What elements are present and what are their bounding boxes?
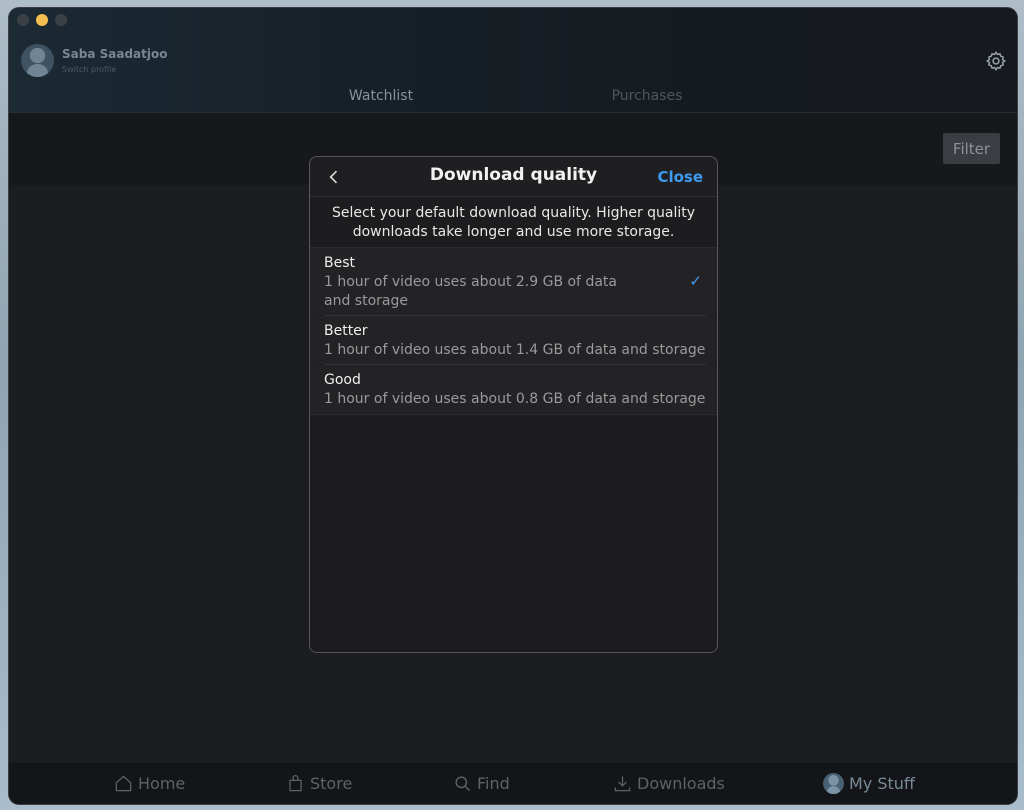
zoom-window-button[interactable] (55, 14, 67, 26)
quality-option-good[interactable]: Good 1 hour of video uses about 0.8 GB o… (310, 365, 717, 413)
home-icon (115, 775, 132, 792)
nav-my-stuff-label: My Stuff (849, 774, 915, 793)
store-icon (289, 774, 302, 792)
nav-home-label: Home (138, 774, 186, 793)
quality-option-better[interactable]: Better 1 hour of video uses about 1.4 GB… (310, 316, 717, 364)
nav-my-stuff[interactable]: My Stuff (823, 763, 915, 804)
app-window: Saba Saadatjoo Switch profile Watchlist … (9, 8, 1017, 804)
tab-purchases[interactable]: Purchases (514, 86, 780, 113)
option-description: 1 hour of video uses about 1.4 GB of dat… (324, 342, 706, 358)
download-icon (614, 776, 631, 792)
option-label: Better (324, 323, 368, 339)
option-label: Best (324, 255, 356, 271)
switch-profile-label: Switch profile (62, 65, 117, 74)
avatar (21, 44, 54, 77)
search-icon (455, 776, 471, 792)
profile-switcher[interactable]: Saba Saadatjoo Switch profile (21, 44, 167, 77)
nav-find[interactable]: Find (453, 763, 510, 804)
nav-home[interactable]: Home (114, 763, 185, 804)
header: Saba Saadatjoo Switch profile Watchlist … (9, 8, 1017, 113)
close-window-button[interactable] (17, 14, 29, 26)
checkmark-icon: ✓ (689, 272, 702, 290)
option-description: 1 hour of video uses about 2.9 GB of dat… (324, 274, 617, 309)
nav-store-label: Store (310, 774, 353, 793)
nav-store[interactable]: Store (286, 763, 352, 804)
quality-option-best[interactable]: Best 1 hour of video uses about 2.9 GB o… (310, 248, 717, 315)
option-label: Good (324, 372, 361, 388)
nav-downloads-label: Downloads (637, 774, 725, 793)
profile-avatar-icon (823, 773, 844, 794)
minimize-window-button[interactable] (36, 14, 48, 26)
dialog-description: Select your default download quality. Hi… (310, 197, 717, 248)
dialog-empty-area (310, 414, 717, 652)
dialog-header: Download quality Close (310, 157, 717, 197)
gear-icon[interactable] (985, 50, 1007, 72)
profile-name: Saba Saadatjoo (62, 47, 168, 61)
tab-bar: Watchlist Purchases (248, 86, 780, 113)
tab-watchlist[interactable]: Watchlist (248, 86, 514, 113)
download-quality-dialog: Download quality Close Select your defau… (309, 156, 718, 653)
nav-downloads[interactable]: Downloads (613, 763, 725, 804)
nav-find-label: Find (477, 774, 510, 793)
bottom-navigation: Home Store Find Downloads My Stuff (9, 763, 1017, 804)
option-description: 1 hour of video uses about 0.8 GB of dat… (324, 391, 706, 407)
window-controls (17, 14, 67, 26)
filter-button[interactable]: Filter (943, 133, 1000, 164)
close-button[interactable]: Close (657, 168, 703, 186)
dialog-title: Download quality (429, 165, 598, 185)
